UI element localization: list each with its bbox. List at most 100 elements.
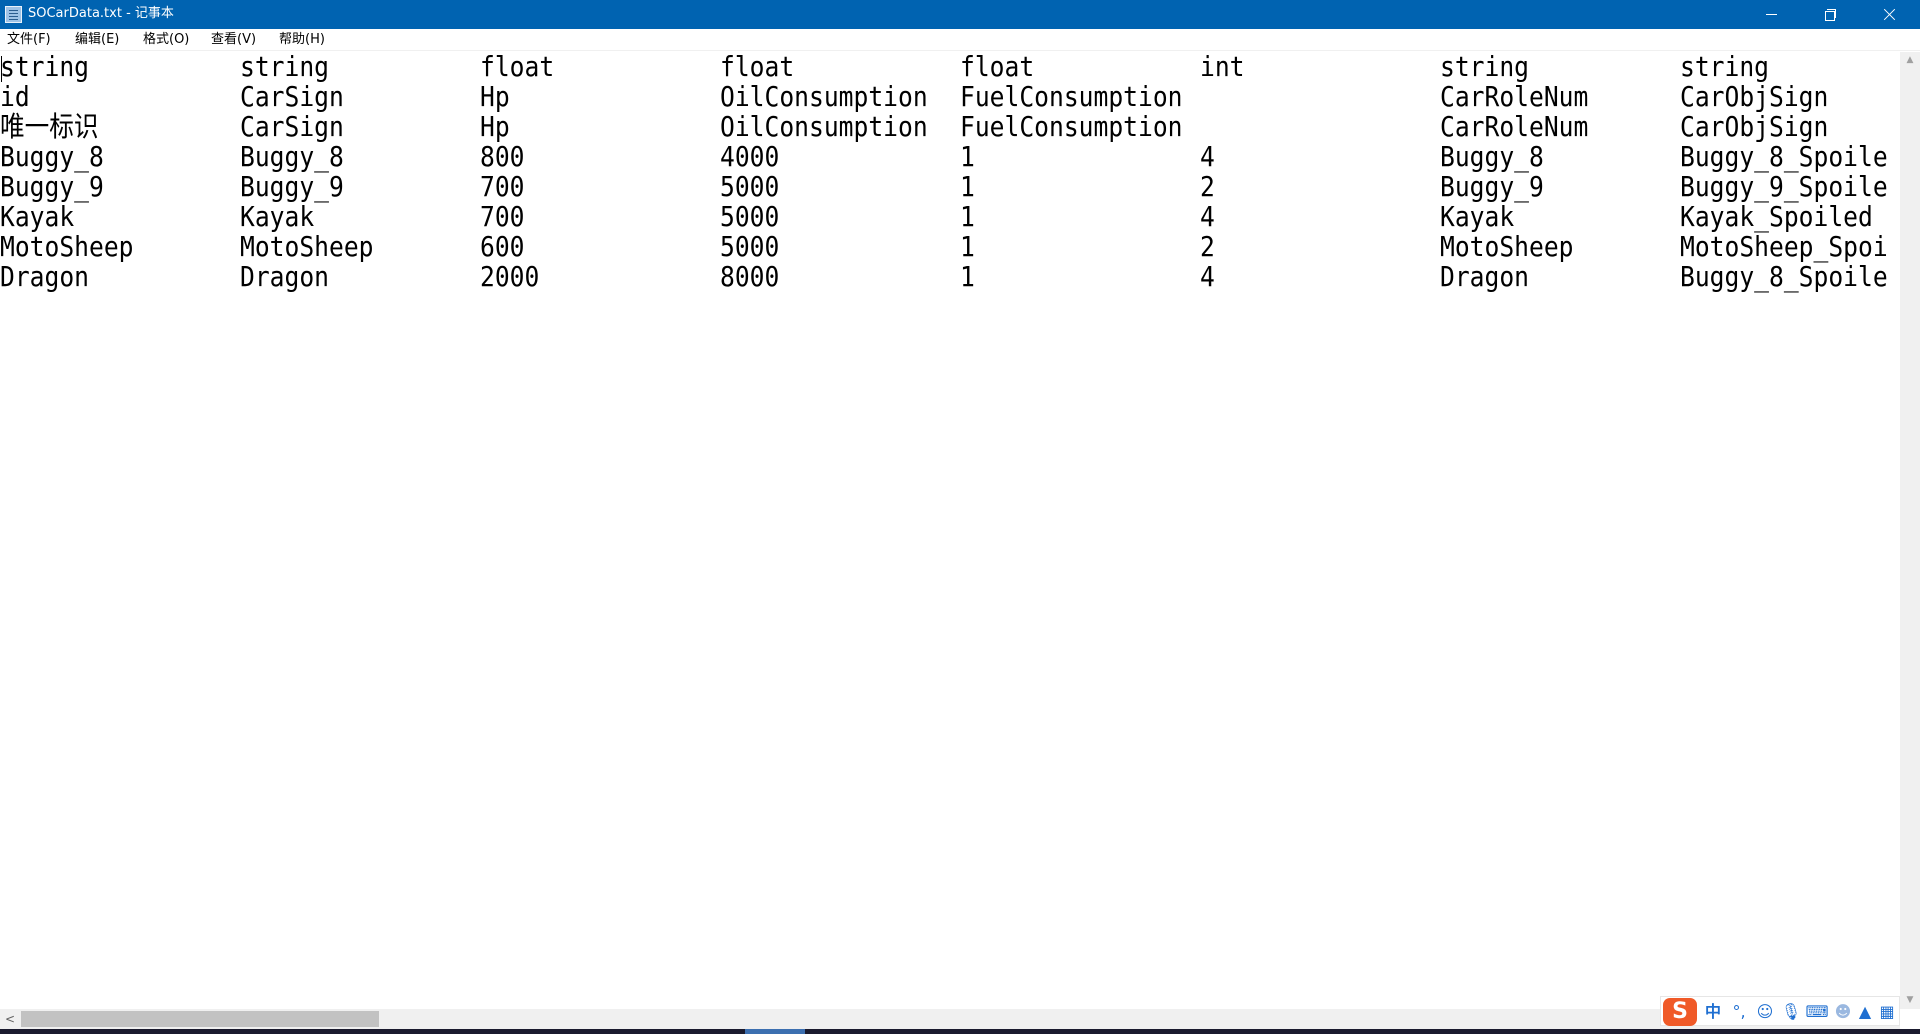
text-field: 1 [960, 140, 975, 173]
text-field: Buggy_9_Spoile [1680, 170, 1888, 203]
window-title: SOCarData.txt - 记事本 [28, 6, 174, 21]
text-field: 600 [480, 230, 525, 263]
scroll-left-icon[interactable]: < [0, 1009, 20, 1029]
text-field: FuelConsumption [960, 110, 1183, 143]
text-field: Kayak [240, 200, 315, 233]
text-field: OilConsumption [720, 80, 928, 113]
text-field: 1 [960, 260, 975, 293]
text-line: Buggy_8 Buggy_8 800 4000 1 4 Buggy_8 Buggy_8_Sp… [0, 142, 1900, 172]
user-icon[interactable]: ☻ [1831, 1001, 1855, 1023]
text-field: 1 [960, 230, 975, 263]
minimize-button[interactable] [1742, 0, 1800, 29]
minimize-icon [1765, 13, 1777, 15]
text-field: 8000 [720, 260, 780, 293]
ime-mode-toggle[interactable]: 中 [1701, 1001, 1725, 1023]
text-field: 800 [480, 140, 525, 173]
text-field: Kayak [0, 200, 75, 233]
maximize-button[interactable] [1801, 0, 1859, 29]
text-field: 4 [1200, 200, 1215, 233]
text-field: 1 [960, 170, 975, 203]
text-line: string string float float float int string stri… [0, 52, 1900, 82]
horizontal-scroll-thumb[interactable] [21, 1011, 379, 1027]
grid-icon[interactable]: ▦ [1875, 1001, 1899, 1023]
text-field: string [240, 52, 330, 83]
text-editor[interactable]: string string float float float int string stri… [0, 52, 1900, 1009]
sogou-logo-icon[interactable]: S [1663, 998, 1697, 1026]
text-field: OilConsumption [720, 110, 928, 143]
horizontal-scrollbar[interactable]: < [0, 1009, 1900, 1029]
text-field: 700 [480, 200, 525, 233]
menu-file[interactable]: 文件(F) [7, 32, 51, 48]
text-field: Kayak_Spoiled [1680, 200, 1873, 233]
taskbar-edge [0, 1029, 1920, 1034]
smiley-icon[interactable]: ☺ [1753, 1001, 1777, 1023]
text-line: id CarSign Hp OilConsumption FuelConsumption… [0, 82, 1900, 112]
text-field: CarObjSign [1680, 80, 1829, 113]
title-bar: SOCarData.txt - 记事本 [0, 0, 1920, 29]
menu-format[interactable]: 格式(O) [143, 32, 189, 48]
text-field: int [1200, 52, 1245, 83]
text-field: MotoSheep [0, 230, 134, 263]
text-field: float [480, 52, 555, 83]
text-field: 5000 [720, 170, 780, 203]
text-field: 2 [1200, 170, 1215, 203]
scroll-up-icon[interactable]: ▲ [1900, 52, 1920, 69]
text-field: id [0, 80, 30, 113]
text-field: string [0, 52, 90, 83]
notepad-icon [5, 6, 22, 23]
microphone-icon[interactable]: 🎙 [1779, 1001, 1803, 1023]
text-field: CarSign [240, 80, 344, 113]
text-line: Kayak Kayak 700 5000 1 4 Kayak Kayak_Spoiled [0, 202, 1900, 232]
text-field: 700 [480, 170, 525, 203]
text-field: Buggy_8 [240, 140, 344, 173]
text-field: 唯一标识 [0, 110, 99, 143]
text-field: FuelConsumption [960, 80, 1183, 113]
vertical-scrollbar[interactable]: ▲ ▼ [1900, 52, 1920, 1009]
text-field: Buggy_9 [240, 170, 344, 203]
text-field: Buggy_9 [1440, 170, 1544, 203]
ime-punctuation-toggle[interactable]: °, [1727, 1001, 1751, 1023]
text-field: Buggy_8 [0, 140, 104, 173]
taskbar-active-indicator [745, 1029, 805, 1034]
text-field: 4000 [720, 140, 780, 173]
menu-edit[interactable]: 编辑(E) [75, 32, 119, 48]
ime-toolbar: S 中 °, ☺ 🎙 ⌨ ☻ ▲ ▦ [1660, 996, 1900, 1026]
text-field: 2000 [480, 260, 540, 293]
menu-help[interactable]: 帮助(H) [279, 32, 325, 48]
text-field: CarObjSign [1680, 110, 1829, 143]
text-field: CarRoleNum [1440, 110, 1589, 143]
keyboard-icon[interactable]: ⌨ [1805, 1001, 1829, 1023]
text-field: float [960, 52, 1035, 83]
text-field: CarSign [240, 110, 344, 143]
close-icon [1883, 8, 1896, 21]
shirt-icon[interactable]: ▲ [1853, 1001, 1877, 1023]
text-field: Buggy_8_Spoile [1680, 260, 1888, 293]
text-line: 唯一标识 CarSign Hp OilConsumption FuelConsumpti… [0, 112, 1900, 142]
text-field: 5000 [720, 230, 780, 263]
text-field: Hp [480, 110, 510, 143]
text-field: CarRoleNum [1440, 80, 1589, 113]
text-field: Kayak [1440, 200, 1515, 233]
text-field: float [720, 52, 795, 83]
text-field: Dragon [240, 260, 330, 293]
text-field: Dragon [0, 260, 90, 293]
text-field: Buggy_8 [1440, 140, 1544, 173]
text-line: MotoSheep MotoSheep 600 5000 1 2 MotoSheep Moto… [0, 232, 1900, 262]
menu-view[interactable]: 查看(V) [211, 32, 256, 48]
text-field: string [1680, 52, 1770, 83]
text-field: 1 [960, 200, 975, 233]
restore-icon [1825, 9, 1836, 21]
text-field: Buggy_8_Spoile [1680, 140, 1888, 173]
text-field: MotoSheep [1440, 230, 1574, 263]
text-field: Dragon [1440, 260, 1530, 293]
text-field: Hp [480, 80, 510, 113]
text-field: MotoSheep [240, 230, 374, 263]
text-line: Buggy_9 Buggy_9 700 5000 1 2 Buggy_9 Buggy_9_Sp… [0, 172, 1900, 202]
text-field: 2 [1200, 230, 1215, 263]
text-field: string [1440, 52, 1530, 83]
scroll-down-icon[interactable]: ▼ [1900, 992, 1920, 1009]
text-field: 5000 [720, 200, 780, 233]
text-field: MotoSheep_Spoi [1680, 230, 1888, 263]
close-button[interactable] [1860, 0, 1918, 29]
menu-bar: 文件(F) 编辑(E) 格式(O) 查看(V) 帮助(H) [0, 29, 1920, 51]
